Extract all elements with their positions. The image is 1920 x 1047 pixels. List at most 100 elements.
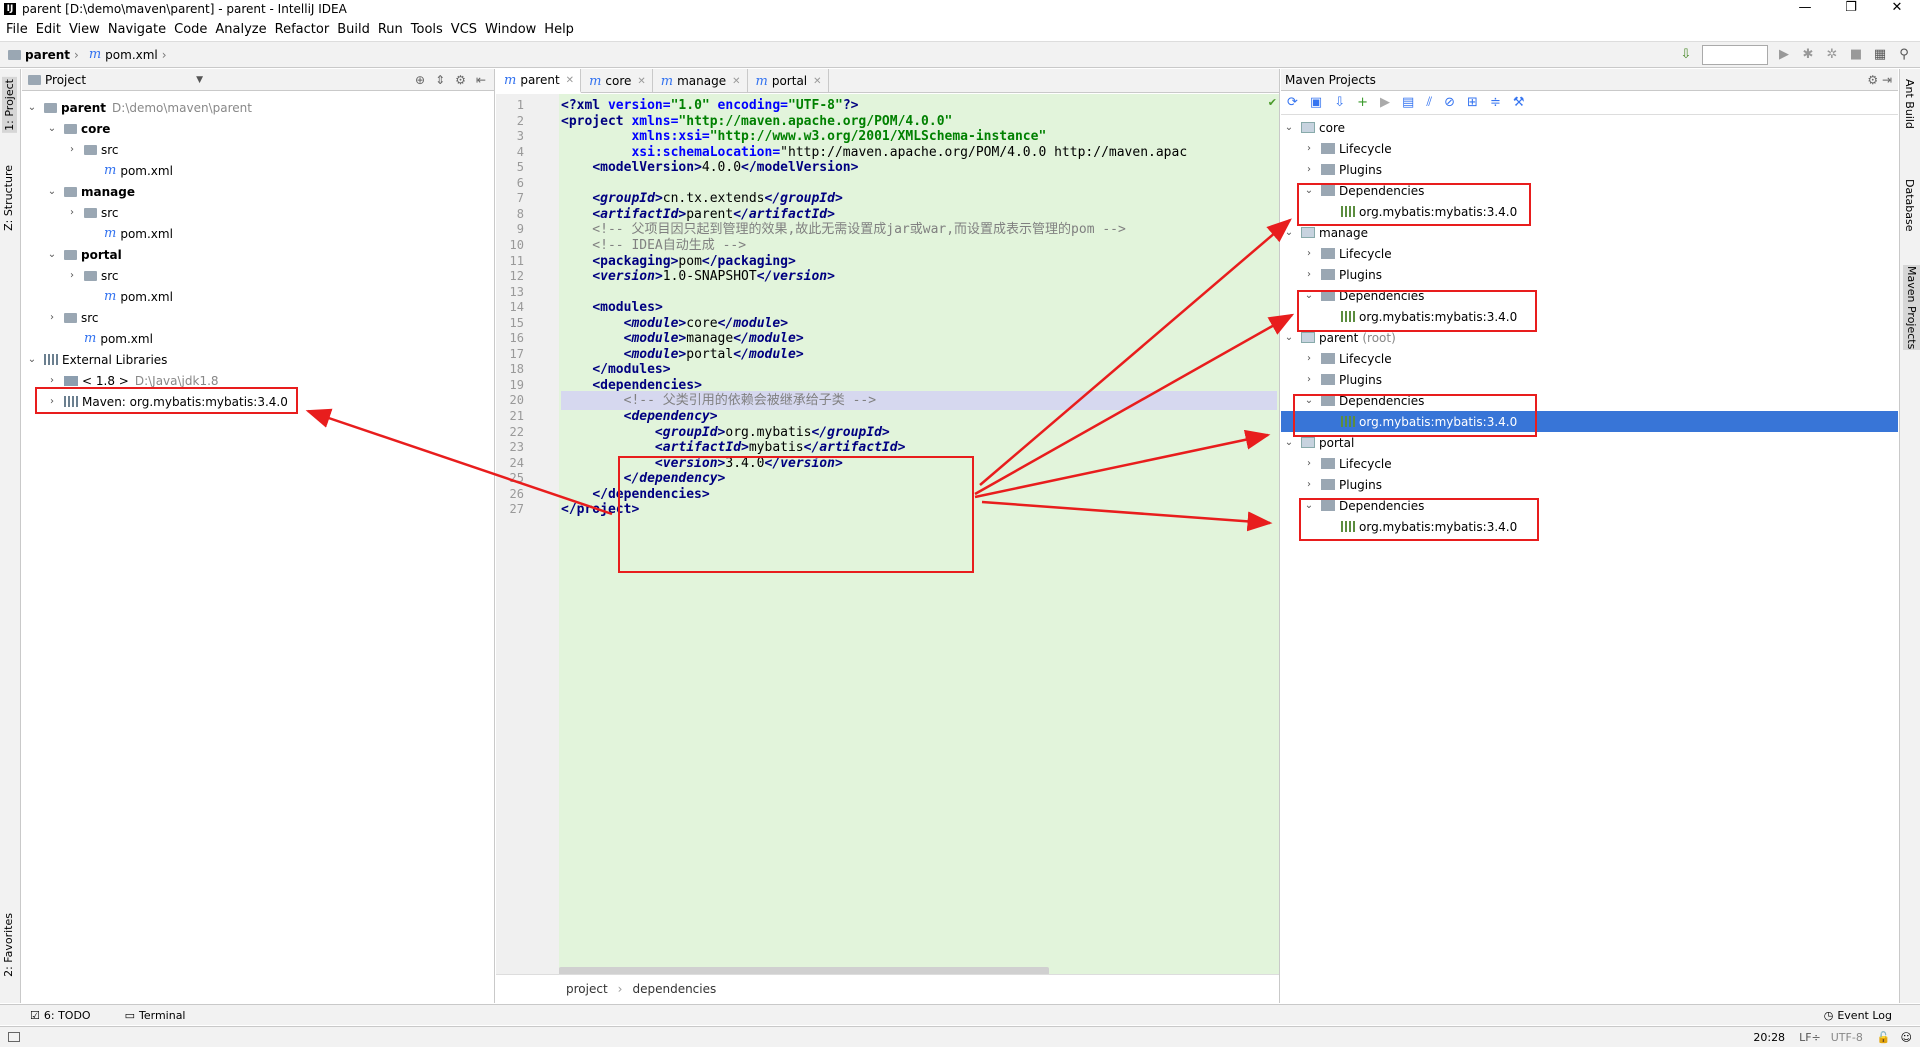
toggle-offline-icon[interactable]: ⫽	[1426, 95, 1432, 110]
inspector-icon[interactable]: ☺	[1901, 1031, 1912, 1044]
chevron-down-icon[interactable]: ⌄	[46, 186, 58, 197]
menu-edit[interactable]: Edit	[34, 22, 67, 37]
maven-tree-item[interactable]: ⌄ portal	[1281, 432, 1898, 453]
file-encoding[interactable]: UTF-8	[1831, 1031, 1863, 1044]
chevron-down-icon[interactable]: ⌄	[1303, 290, 1315, 301]
xml-crumb-project[interactable]: project	[566, 982, 608, 996]
chevron-down-icon[interactable]: ⌄	[1303, 395, 1315, 406]
gear-icon[interactable]: ⚙	[455, 73, 466, 87]
menu-tools[interactable]: Tools	[409, 22, 449, 37]
menu-navigate[interactable]: Navigate	[106, 22, 172, 37]
menu-view[interactable]: View	[67, 22, 106, 37]
chevron-right-icon[interactable]: ›	[1303, 143, 1315, 154]
menu-help[interactable]: Help	[542, 22, 580, 37]
code-area[interactable]: <?xml version="1.0" encoding="UTF-8"?> <p…	[559, 94, 1279, 974]
menu-file[interactable]: File	[4, 22, 34, 37]
collapse-all-icon[interactable]: ≑	[1490, 95, 1501, 110]
minimize-button[interactable]: —	[1782, 0, 1828, 17]
run-icon[interactable]: ▶	[1776, 47, 1792, 63]
project-tree-item[interactable]: › src	[66, 202, 119, 223]
chevron-down-icon[interactable]: ⌄	[26, 354, 38, 365]
hide-icon[interactable]: ⇤	[476, 73, 486, 87]
chevron-right-icon[interactable]: ›	[1303, 164, 1315, 175]
code-line[interactable]: </project>	[561, 500, 639, 519]
chevron-down-icon[interactable]: ⌄	[26, 102, 38, 113]
maven-tree-item[interactable]: org.mybatis:mybatis:3.4.0	[1281, 201, 1898, 222]
code-line[interactable]: <version>1.0-SNAPSHOT</version>	[561, 267, 835, 286]
caret-position[interactable]: 20:28	[1753, 1031, 1785, 1044]
chevron-right-icon[interactable]: ›	[66, 270, 78, 281]
collapse-icon[interactable]: ⇕	[435, 73, 445, 87]
project-tree-item[interactable]: ⌄ manage	[46, 181, 135, 202]
generate-sources-icon[interactable]: ▣	[1310, 95, 1322, 110]
maven-tree-item[interactable]: › Plugins	[1281, 159, 1898, 180]
maven-tree-item[interactable]: › Plugins	[1281, 474, 1898, 495]
tab-parent[interactable]: m parent ✕	[496, 69, 582, 93]
search-icon[interactable]: ⚲	[1896, 47, 1912, 63]
structure-tool-tab[interactable]: Z: Structure	[2, 165, 15, 231]
locate-icon[interactable]: ⊕	[415, 73, 425, 87]
chevron-down-icon[interactable]: ⌄	[46, 123, 58, 134]
tab-portal[interactable]: m portal ✕	[748, 69, 829, 93]
maven-tree-item[interactable]: ⌄ core	[1281, 117, 1898, 138]
project-view-select[interactable]: Project	[45, 73, 86, 87]
close-button[interactable]: ✕	[1874, 0, 1920, 17]
project-tree-item[interactable]: ⌄ core	[46, 118, 111, 139]
settings-icon[interactable]: ⚒	[1513, 95, 1525, 110]
coverage-icon[interactable]: ✲	[1824, 47, 1840, 63]
chevron-right-icon[interactable]: ›	[1303, 353, 1315, 364]
menu-code[interactable]: Code	[172, 22, 213, 37]
maven-tree-item[interactable]: › Lifecycle	[1281, 138, 1898, 159]
project-structure-icon[interactable]: ▦	[1872, 47, 1888, 63]
maven-tree-item[interactable]: › Lifecycle	[1281, 453, 1898, 474]
chevron-down-icon[interactable]: ⌄	[1283, 332, 1295, 343]
chevron-down-icon[interactable]: ⌄	[1283, 227, 1295, 238]
chevron-right-icon[interactable]: ›	[66, 144, 78, 155]
breadcrumb-root[interactable]: parent ›	[8, 48, 83, 62]
project-tree-item[interactable]: › Maven: org.mybatis:mybatis:3.4.0	[46, 391, 288, 412]
project-tree-item[interactable]: › src	[66, 265, 119, 286]
maven-tree-item[interactable]: ⌄ manage	[1281, 222, 1898, 243]
skip-tests-icon[interactable]: ⊘	[1444, 95, 1455, 110]
chevron-right-icon[interactable]: ›	[46, 396, 58, 407]
maven-tree-item[interactable]: ⌄ Dependencies	[1281, 390, 1898, 411]
project-tree-item[interactable]: ⌄ portal	[46, 244, 122, 265]
chevron-right-icon[interactable]: ›	[46, 375, 58, 386]
project-tree-item[interactable]: m pom.xml	[86, 286, 173, 307]
run-icon[interactable]: ▶	[1380, 95, 1390, 110]
chevron-right-icon[interactable]: ›	[1303, 248, 1315, 259]
project-tree-item[interactable]: › src	[46, 307, 99, 328]
menu-build[interactable]: Build	[335, 22, 376, 37]
run-config-select[interactable]	[1702, 45, 1768, 65]
reimport-icon[interactable]: ⟳	[1287, 95, 1298, 110]
line-separator[interactable]: LF÷	[1799, 1031, 1821, 1044]
tab-manage[interactable]: m manage ✕	[653, 69, 748, 93]
project-tree-item[interactable]: m pom.xml	[86, 223, 173, 244]
inspection-ok-icon[interactable]: ✔	[1268, 96, 1277, 109]
chevron-down-icon[interactable]: ⌄	[1283, 437, 1295, 448]
project-tree-item[interactable]: › src	[66, 139, 119, 160]
close-icon[interactable]: ✕	[732, 76, 740, 87]
database-tool-tab[interactable]: Database	[1903, 179, 1916, 232]
menu-run[interactable]: Run	[376, 22, 409, 37]
todo-tab[interactable]: 6: TODO	[44, 1009, 91, 1022]
toggle-tool-windows-icon[interactable]	[8, 1032, 20, 1042]
download-icon[interactable]: ⇩	[1334, 95, 1345, 110]
project-tool-tab[interactable]: 1: Project	[2, 77, 17, 133]
build-icon[interactable]: ⇩	[1678, 47, 1694, 63]
maven-tree-item[interactable]: ⌄ Dependencies	[1281, 495, 1898, 516]
restore-button[interactable]: ❐	[1828, 0, 1874, 17]
chevron-right-icon[interactable]: ›	[1303, 374, 1315, 385]
favorites-tool-tab[interactable]: 2: Favorites	[2, 913, 15, 977]
chevron-right-icon[interactable]: ›	[1303, 458, 1315, 469]
terminal-tab[interactable]: Terminal	[139, 1009, 186, 1022]
menu-window[interactable]: Window	[483, 22, 542, 37]
close-icon[interactable]: ✕	[813, 76, 821, 87]
code-line[interactable]: <modelVersion>4.0.0</modelVersion>	[561, 158, 858, 177]
maven-tree-item[interactable]: › Plugins	[1281, 369, 1898, 390]
chevron-down-icon[interactable]: ⌄	[1303, 500, 1315, 511]
maven-tree-item[interactable]: › Lifecycle	[1281, 243, 1898, 264]
chevron-right-icon[interactable]: ›	[66, 207, 78, 218]
maven-tree-item[interactable]: ⌄ Dependencies	[1281, 285, 1898, 306]
maven-tree-item[interactable]: org.mybatis:mybatis:3.4.0	[1281, 306, 1898, 327]
